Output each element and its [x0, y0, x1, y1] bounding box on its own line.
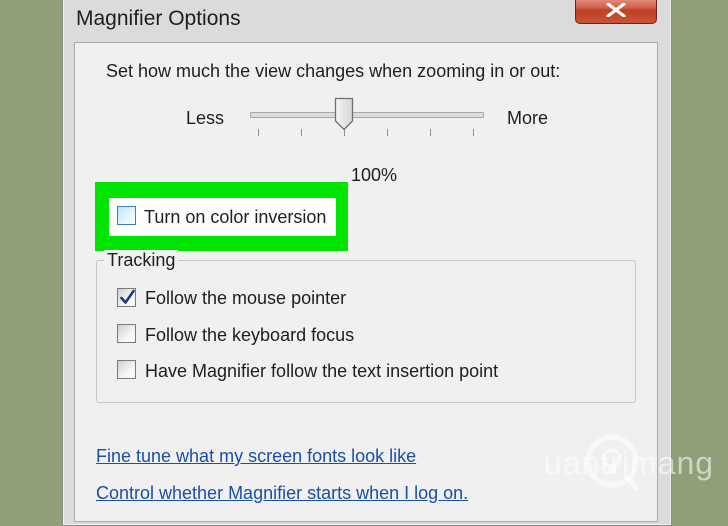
zoom-slider-thumb[interactable] — [334, 97, 354, 131]
follow-mouse-label[interactable]: Follow the mouse pointer — [145, 288, 346, 309]
color-inversion-label[interactable]: Turn on color inversion — [144, 207, 326, 228]
zoom-less-label: Less — [186, 108, 225, 128]
slider-tick — [473, 129, 474, 136]
zoom-slider-track[interactable] — [250, 112, 484, 118]
close-button[interactable] — [575, 0, 657, 24]
zoom-instruction: Set how much the view changes when zoomi… — [106, 61, 561, 81]
zoom-more-label: More — [507, 108, 549, 128]
follow-keyboard-label[interactable]: Follow the keyboard focus — [145, 325, 354, 346]
follow-text-insertion-checkbox[interactable] — [117, 360, 136, 379]
follow-keyboard-checkbox[interactable] — [117, 324, 136, 343]
slider-tick — [430, 129, 431, 136]
color-inversion-checkbox[interactable] — [117, 206, 136, 225]
slider-tick — [301, 129, 302, 136]
watermark-text: uantrimang — [544, 445, 715, 481]
slider-tick — [258, 129, 259, 136]
close-icon — [606, 3, 626, 17]
startup-control-link[interactable]: Control whether Magnifier starts when I … — [96, 483, 468, 504]
follow-mouse-checkbox[interactable] — [117, 288, 136, 307]
tracking-group-label: Tracking — [104, 250, 179, 271]
follow-text-insertion-label[interactable]: Have Magnifier follow the text insertion… — [145, 361, 498, 382]
fine-tune-fonts-link[interactable]: Fine tune what my screen fonts look like — [96, 446, 416, 467]
zoom-value: 100% — [351, 165, 398, 185]
checkmark-icon — [120, 289, 135, 304]
window-title: Magnifier Options — [76, 7, 241, 30]
slider-tick — [387, 129, 388, 136]
